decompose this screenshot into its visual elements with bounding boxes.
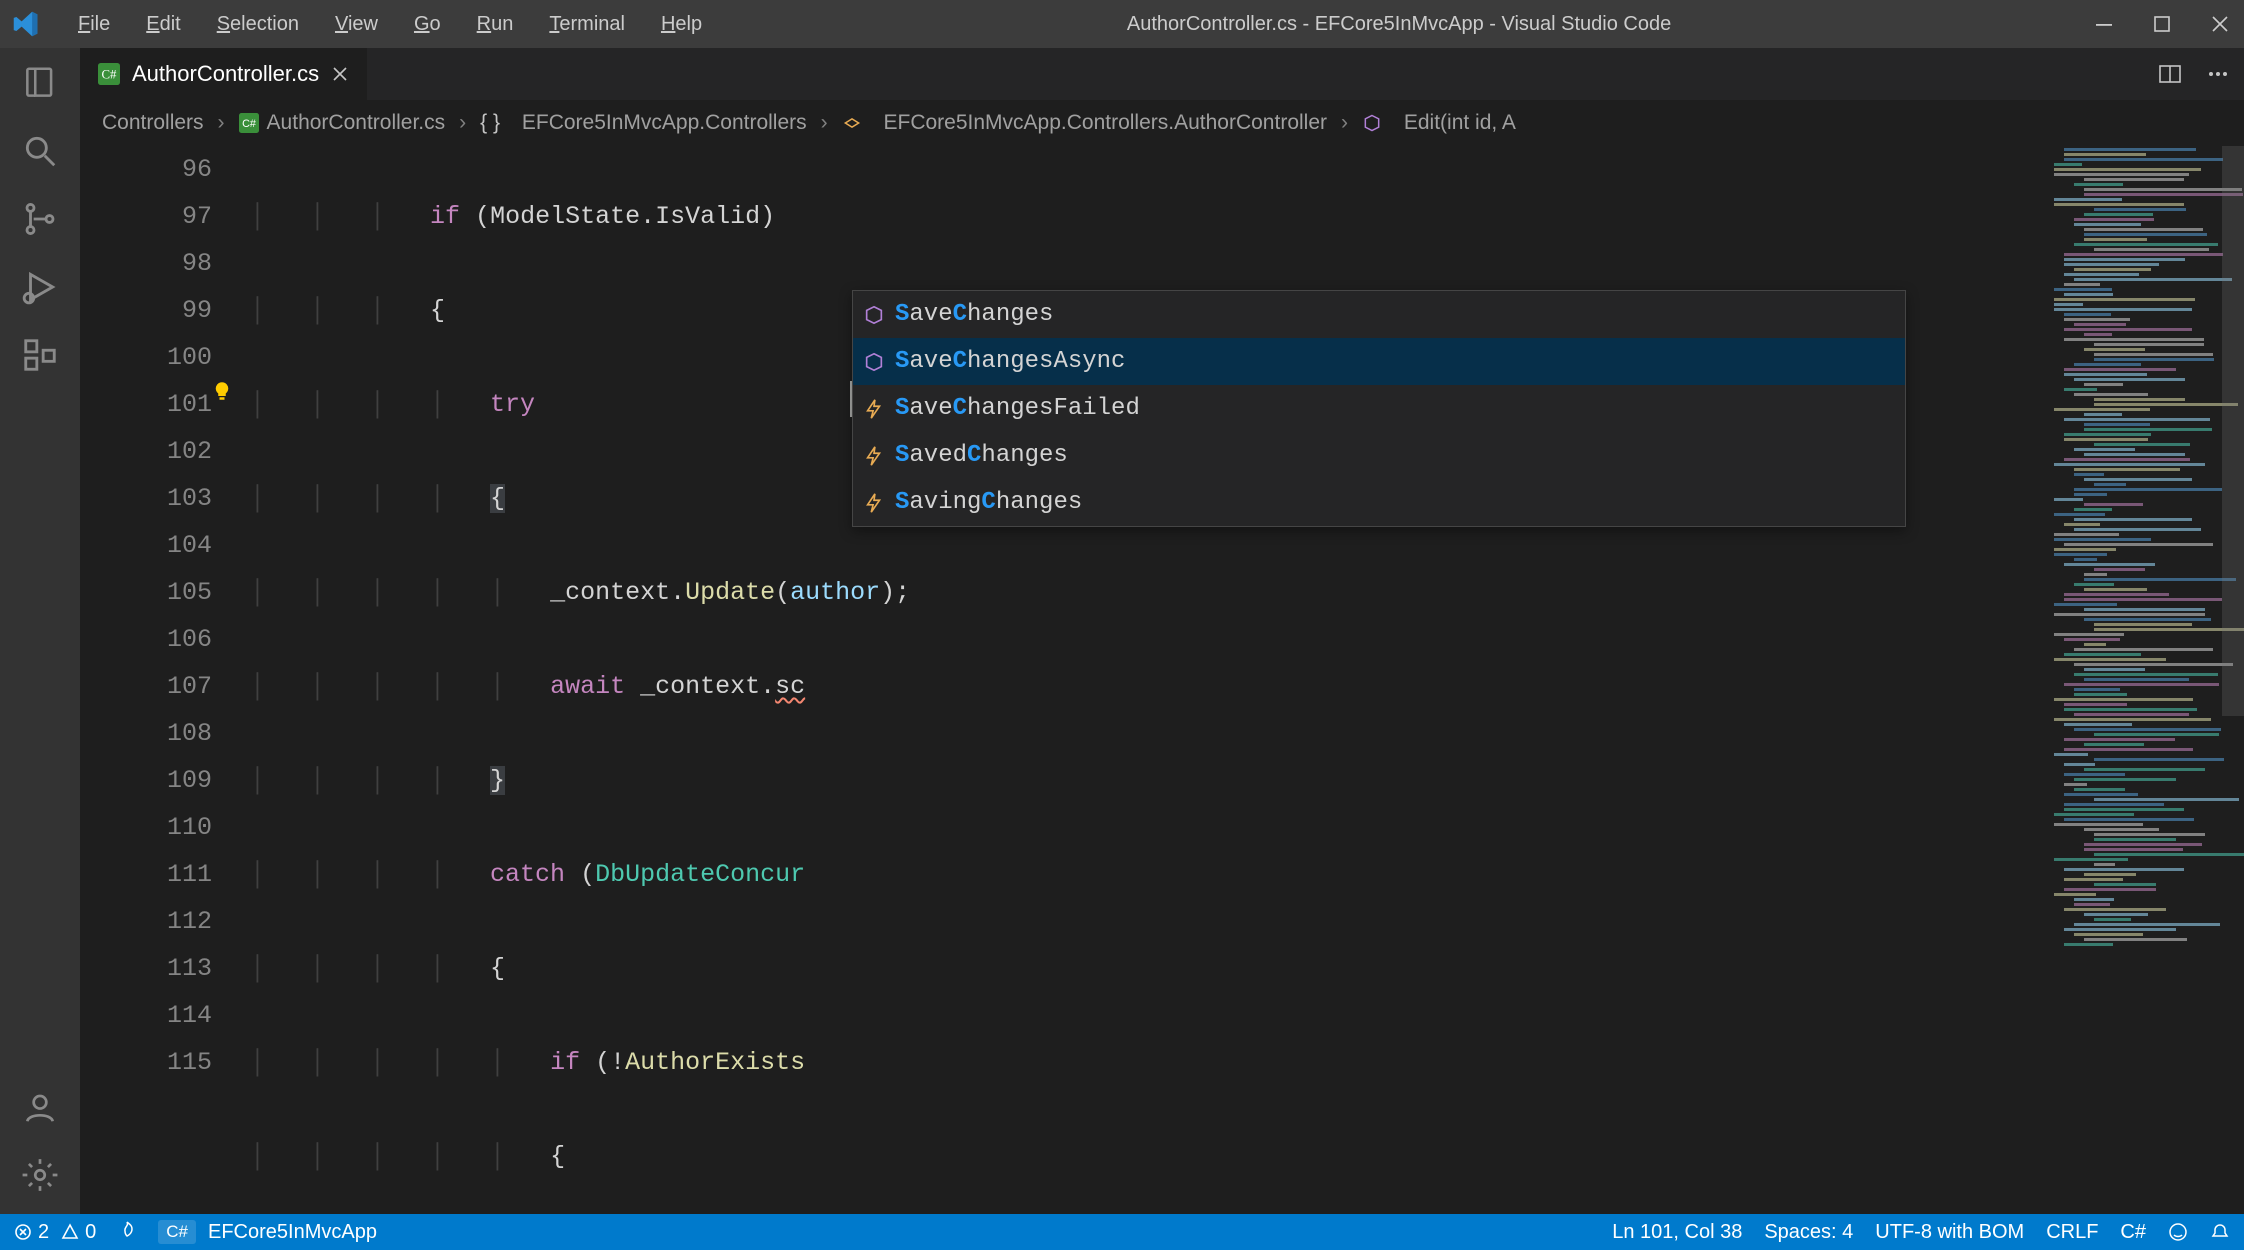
window-minimize-button[interactable] <box>2092 12 2116 36</box>
line-number: 115 <box>80 1039 212 1086</box>
intellisense-label: SaveChanges <box>895 291 1053 338</box>
line-number: 114 <box>80 992 212 1039</box>
menu-help[interactable]: Help <box>647 9 716 40</box>
minimap[interactable] <box>2044 146 2244 1214</box>
status-encoding[interactable]: UTF-8 with BOM <box>1875 1221 2024 1244</box>
settings-gear-icon[interactable] <box>19 1154 61 1196</box>
extensions-icon[interactable] <box>19 334 61 376</box>
line-number: 107 <box>80 663 212 710</box>
method-icon <box>863 351 885 373</box>
status-indent[interactable]: Spaces: 4 <box>1764 1221 1853 1244</box>
split-editor-icon[interactable] <box>2158 62 2182 86</box>
breadcrumb-class: EFCore5InMvcApp.Controllers.AuthorContro… <box>842 111 1327 135</box>
intellisense-label: SavingChanges <box>895 479 1082 526</box>
more-actions-icon[interactable] <box>2206 62 2230 86</box>
line-number: 100 <box>80 334 212 381</box>
intellisense-popup[interactable]: SaveChangesSaveChangesAsyncSaveChangesFa… <box>852 290 1906 527</box>
minimap-scroll-thumb[interactable] <box>2222 146 2244 716</box>
window-maximize-button[interactable] <box>2150 12 2174 36</box>
menu-view[interactable]: View <box>321 9 392 40</box>
class-icon <box>842 113 862 133</box>
status-cursor[interactable]: Ln 101, Col 38 <box>1612 1221 1742 1244</box>
tab-row: C# AuthorController.cs <box>80 48 2244 100</box>
line-number: 99 <box>80 287 212 334</box>
vscode-logo-icon <box>12 10 40 38</box>
status-bar: 2 0 C# EFCore5InMvcApp Ln 101, Col 38 Sp… <box>0 1214 2244 1250</box>
status-project[interactable]: C# EFCore5InMvcApp <box>158 1220 377 1244</box>
warning-icon <box>61 1223 79 1241</box>
intellisense-label: SaveChangesAsync <box>895 338 1125 385</box>
csharp-file-icon: C# <box>239 113 259 133</box>
line-number: 102 <box>80 428 212 475</box>
explorer-icon[interactable] <box>19 62 61 104</box>
activity-bar <box>0 48 80 1214</box>
svg-text:C#: C# <box>242 118 256 130</box>
status-language[interactable]: C# <box>2120 1221 2146 1244</box>
method-icon <box>863 304 885 326</box>
line-number: 110 <box>80 804 212 851</box>
source-control-icon[interactable] <box>19 198 61 240</box>
menu-selection[interactable]: Selection <box>203 9 313 40</box>
status-problems[interactable]: 2 0 <box>14 1221 96 1244</box>
line-number: 96 <box>80 146 212 193</box>
error-icon <box>14 1223 32 1241</box>
status-feedback-icon[interactable] <box>2168 1222 2188 1242</box>
breadcrumb-namespace: { } EFCore5InMvcApp.Controllers <box>480 111 807 135</box>
line-number: 97 <box>80 193 212 240</box>
status-bell-icon[interactable] <box>2210 1222 2230 1242</box>
event-icon <box>863 398 885 420</box>
accounts-icon[interactable] <box>19 1086 61 1128</box>
tab-authorcontroller[interactable]: C# AuthorController.cs <box>80 48 367 100</box>
line-number: 105 <box>80 569 212 616</box>
intellisense-item[interactable]: SavedChanges <box>853 432 1905 479</box>
line-number: 109 <box>80 757 212 804</box>
code-content[interactable]: │ │ │ if (ModelState.IsValid) │ │ │ { │ … <box>250 146 2244 1214</box>
project-type-icon: C# <box>158 1220 196 1244</box>
lightbulb-icon[interactable] <box>212 381 232 401</box>
event-icon <box>863 492 885 514</box>
method-icon <box>1362 113 1382 133</box>
csharp-file-icon: C# <box>98 63 120 85</box>
title-bar: File Edit Selection View Go Run Terminal… <box>0 0 2244 48</box>
breadcrumb-method: Edit(int id, A <box>1362 111 1516 135</box>
window-close-button[interactable] <box>2208 12 2232 36</box>
line-gutter: 9697989910010110210310410510610710810911… <box>80 146 250 1214</box>
code-editor[interactable]: 9697989910010110210310410510610710810911… <box>80 146 2244 1214</box>
event-icon <box>863 445 885 467</box>
line-number: 104 <box>80 522 212 569</box>
line-number: 101 <box>80 381 212 428</box>
breadcrumb-file: C#AuthorController.cs <box>239 111 446 135</box>
menu-go[interactable]: Go <box>400 9 455 40</box>
tab-label: AuthorController.cs <box>132 61 319 87</box>
intellisense-item[interactable]: SaveChanges <box>853 291 1905 338</box>
menu-run[interactable]: Run <box>463 9 528 40</box>
window-title: AuthorController.cs - EFCore5InMvcApp - … <box>724 13 2074 36</box>
status-flame[interactable] <box>118 1221 136 1243</box>
status-eol[interactable]: CRLF <box>2046 1221 2098 1244</box>
line-number: 112 <box>80 898 212 945</box>
line-number: 103 <box>80 475 212 522</box>
line-number: 106 <box>80 616 212 663</box>
tab-close-icon[interactable] <box>331 65 349 83</box>
menu-terminal[interactable]: Terminal <box>535 9 639 40</box>
menu-edit[interactable]: Edit <box>132 9 194 40</box>
svg-text:C#: C# <box>102 68 118 82</box>
intellisense-item[interactable]: SavingChanges <box>853 479 1905 526</box>
line-number: 113 <box>80 945 212 992</box>
intellisense-label: SaveChangesFailed <box>895 385 1140 432</box>
menu-file[interactable]: File <box>64 9 124 40</box>
flame-icon <box>118 1221 136 1243</box>
breadcrumb-folder: Controllers <box>102 111 204 135</box>
intellisense-label: SavedChanges <box>895 432 1068 479</box>
line-number: 98 <box>80 240 212 287</box>
editor-area: C# AuthorController.cs Controllers › C#A… <box>80 48 2244 1214</box>
search-icon[interactable] <box>19 130 61 172</box>
intellisense-item[interactable]: SaveChangesAsync <box>853 338 1905 385</box>
breadcrumb[interactable]: Controllers › C#AuthorController.cs › { … <box>80 100 2244 146</box>
intellisense-item[interactable]: SaveChangesFailed <box>853 385 1905 432</box>
line-number: 111 <box>80 851 212 898</box>
line-number: 108 <box>80 710 212 757</box>
run-debug-icon[interactable] <box>19 266 61 308</box>
